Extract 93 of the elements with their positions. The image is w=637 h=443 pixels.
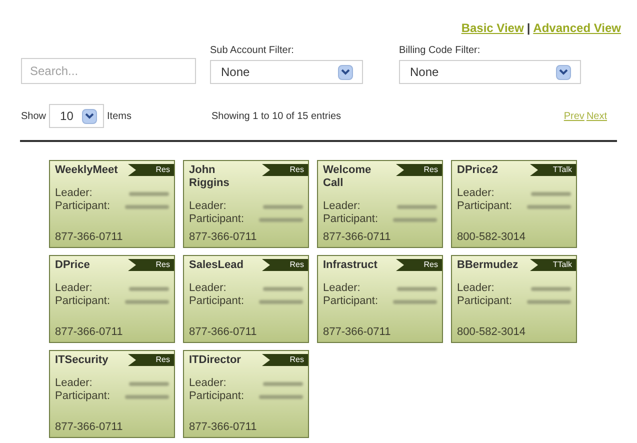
phone-number: 877-366-0711 (55, 230, 123, 244)
room-type-tag: TTalk (530, 164, 576, 176)
redacted-name-drawing (531, 286, 571, 290)
filter-label: Sub Account Filter: (210, 44, 295, 58)
card-title: ITDirector (189, 354, 242, 367)
leader-label: Leader: (457, 187, 494, 200)
entries-summary: Showing 1 to 10 of 15 entries (211, 110, 341, 124)
redacted-name-drawing (125, 300, 169, 304)
card-title: Infrastruct (323, 259, 378, 272)
items-label: Items (107, 110, 132, 124)
leader-label: Leader: (189, 377, 226, 390)
conference-card[interactable]: SalesLead Res Leader: Participant: 877-366-0711 (183, 255, 309, 343)
redacted-name-drawing (531, 192, 571, 196)
card-title: ITSecurity (55, 354, 110, 367)
participant-label: Participant: (55, 390, 110, 403)
dropdown-caret-icon[interactable] (556, 64, 571, 80)
redacted-name-drawing (527, 204, 571, 208)
redacted-name-drawing (263, 286, 303, 290)
filter-label: Billing Code Filter: (399, 44, 482, 58)
conference-card[interactable]: DPrice Res Leader: Participant: 877-366-0711 (49, 255, 175, 343)
phone-number: 877-366-0711 (189, 324, 257, 340)
participant-label: Participant: (457, 295, 512, 308)
phone-number: 877-366-0711 (55, 324, 123, 340)
room-type-tag: Res (128, 354, 174, 366)
room-type-tag: Res (262, 259, 308, 271)
redacted-name-drawing (393, 300, 437, 304)
participant-label: Participant: (457, 200, 512, 213)
leader-label: Leader: (323, 282, 360, 295)
redacted-name-drawing (129, 192, 169, 196)
participant-label: Participant: (55, 200, 110, 213)
card-title: Welcome Call (323, 164, 372, 190)
conference-card[interactable]: ITDirector Res Leader: Participant: 877-366-0711 (183, 350, 309, 438)
conference-card[interactable]: Infrastruct Res Leader: Participant: 877-366-0711 (317, 255, 443, 343)
link-separator: | (526, 20, 530, 37)
phone-number: 877-366-0711 (189, 420, 257, 434)
redacted-name-drawing (393, 218, 437, 222)
phone-number: 877-366-0711 (55, 420, 123, 434)
conference-card[interactable]: BBermudez TTalk Leader: Participant: 800-582-3014 (451, 255, 577, 343)
phone-number: 800-582-3014 (457, 230, 526, 244)
redacted-name-drawing (259, 218, 303, 222)
participant-label: Participant: (55, 295, 110, 308)
redacted-name-drawing (527, 300, 571, 304)
leader-label: Leader: (55, 282, 92, 295)
room-type-tag: Res (262, 164, 308, 176)
card-title: DPrice (55, 259, 91, 272)
show-label: Show (21, 110, 46, 124)
redacted-name-drawing (397, 286, 437, 290)
leader-label: Leader: (55, 187, 92, 200)
participant-label: Participant: (189, 295, 244, 308)
phone-number: 800-582-3014 (457, 324, 526, 340)
conference-card[interactable]: Welcome Call Res Leader: Participant: 877-366-0711 (317, 160, 443, 248)
room-type-tag: TTalk (530, 259, 576, 271)
participant-label: Participant: (323, 213, 378, 226)
redacted-name-drawing (397, 204, 437, 208)
card-title: BBermudez (457, 259, 520, 272)
conference-card[interactable]: WeeklyMeet Res Leader: Participant: 877-366-0711 (49, 160, 175, 248)
redacted-name-drawing (259, 300, 303, 304)
phone-number: 877-366-0711 (189, 230, 257, 244)
redacted-name-drawing (129, 382, 169, 386)
room-type-tag: Res (128, 164, 174, 176)
leader-label: Leader: (189, 282, 226, 295)
card-title: DPrice2 (457, 164, 499, 177)
dropdown-caret-icon[interactable] (82, 108, 98, 124)
participant-label: Participant: (189, 390, 244, 403)
search-field[interactable]: Search... (21, 58, 196, 84)
leader-label: Leader: (55, 377, 92, 390)
leader-label: Leader: (457, 282, 494, 295)
dropdown-caret-icon[interactable] (338, 64, 353, 80)
room-type-tag: Res (396, 164, 442, 176)
room-type-tag: Res (262, 354, 308, 366)
redacted-name-drawing (263, 382, 303, 386)
participant-label: Participant: (189, 213, 244, 226)
participant-label: Participant: (323, 295, 378, 308)
card-title: SalesLead (189, 259, 244, 272)
conference-card[interactable]: ITSecurity Res Leader: Participant: 877-366-0711 (49, 350, 175, 438)
room-type-tag: Res (128, 259, 174, 271)
leader-label: Leader: (323, 200, 360, 213)
redacted-name-drawing (259, 394, 303, 398)
redacted-name-drawing (125, 394, 169, 398)
conference-card[interactable]: John Riggins Res Leader: Participant: 877-366-0711 (183, 160, 309, 248)
filter-dropdown[interactable]: None (399, 60, 581, 84)
card-title: WeeklyMeet (55, 164, 119, 177)
redacted-name-drawing (125, 204, 169, 208)
redacted-name-drawing (129, 286, 169, 290)
page-size-dropdown[interactable]: 10 (49, 104, 104, 128)
phone-number: 877-366-0711 (323, 230, 391, 244)
redacted-name-drawing (263, 204, 303, 208)
room-type-tag: Res (396, 259, 442, 271)
card-title: John Riggins (189, 164, 230, 190)
filter-dropdown[interactable]: None (210, 60, 363, 84)
conference-card[interactable]: DPrice2 TTalk Leader: Participant: 800-582-3014 (451, 160, 577, 248)
phone-number: 877-366-0711 (323, 324, 391, 340)
leader-label: Leader: (189, 200, 226, 213)
